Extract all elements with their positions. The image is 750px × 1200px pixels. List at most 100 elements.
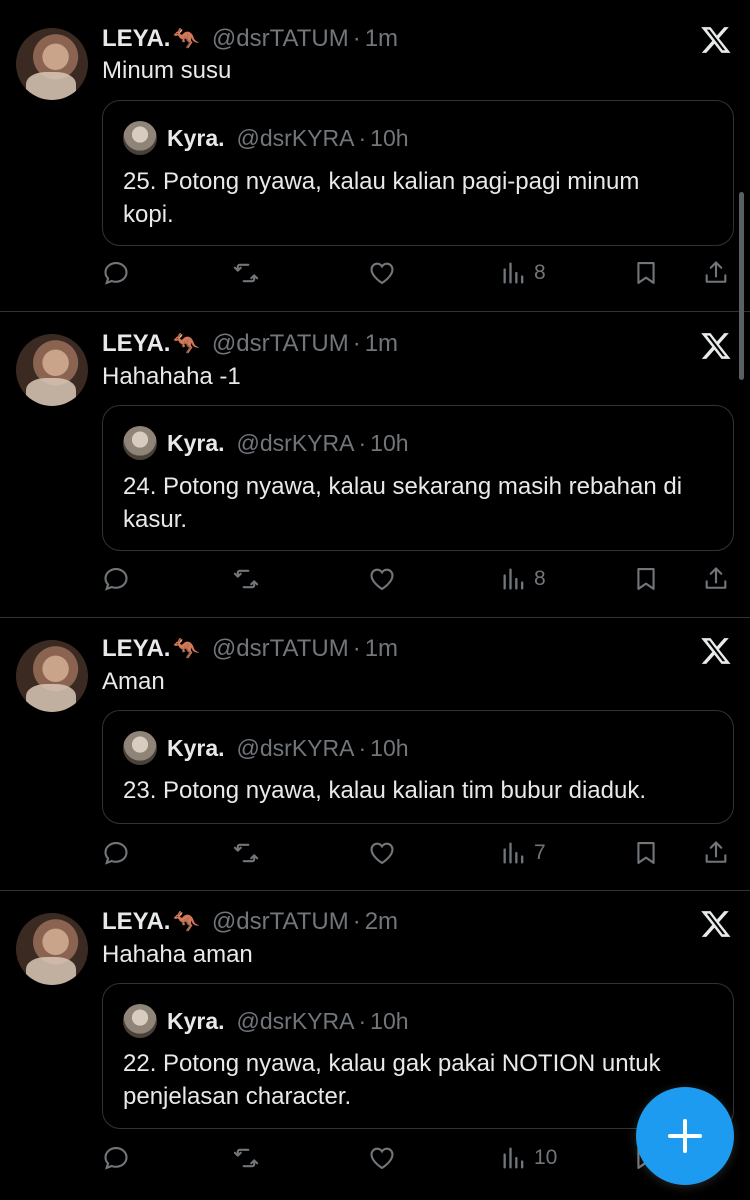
quoted-line: 25. Potong nyawa, kalau kalian pagi-pagi… [123, 168, 640, 195]
author-emoji: 🦘 [172, 331, 200, 356]
like-icon [370, 262, 394, 285]
avatar[interactable] [16, 913, 88, 985]
reply-icon [104, 1147, 128, 1170]
share-icon [705, 841, 727, 863]
views-button[interactable]: 8 [500, 256, 546, 290]
quoted-tweet-header: Kyra. @dsrKYRA · 10h [123, 731, 409, 765]
author-name[interactable]: LEYA. [102, 330, 170, 358]
views-count: 8 [534, 261, 546, 284]
scrollbar[interactable] [739, 192, 744, 380]
x-logo-icon [701, 27, 731, 53]
timestamp[interactable]: 1m [365, 25, 398, 53]
avatar[interactable] [16, 28, 88, 100]
quoted-timestamp: 10h [370, 734, 409, 761]
tweet-header: LEYA. 🦘 @dsrTATUM · 2m [102, 905, 398, 939]
quoted-tweet[interactable]: Kyra. @dsrKYRA · 10h 23. Potong nyawa, k… [102, 710, 734, 824]
timestamp[interactable]: 1m [365, 635, 398, 663]
retweet-icon [233, 263, 259, 283]
author-handle[interactable]: @dsrTATUM [212, 635, 349, 663]
tweet-header: LEYA. 🦘 @dsrTATUM · 1m [102, 22, 398, 56]
retweet-button[interactable] [232, 562, 260, 596]
tweet[interactable]: LEYA. 🦘 @dsrTATUM · 1m Hahahaha -1 Kyra.… [0, 312, 750, 618]
tweet-text: Hahaha aman [102, 941, 253, 968]
bookmark-button[interactable] [632, 562, 660, 596]
bookmark-button[interactable] [632, 256, 660, 290]
tweet-text: Hahahaha -1 [102, 363, 241, 390]
quoted-author-handle: @dsrKYRA [236, 124, 355, 151]
action-bar: 7 [102, 836, 732, 870]
avatar[interactable] [16, 334, 88, 406]
quoted-tweet[interactable]: Kyra. @dsrKYRA · 10h 22. Potong nyawa, k… [102, 983, 734, 1129]
retweet-icon [233, 569, 259, 589]
tweet[interactable]: LEYA. 🦘 @dsrTATUM · 2m Hahaha aman Kyra.… [0, 891, 750, 1200]
author-handle[interactable]: @dsrTATUM [212, 25, 349, 53]
quoted-tweet[interactable]: Kyra. @dsrKYRA · 10h 24. Potong nyawa, k… [102, 405, 734, 551]
retweet-button[interactable] [232, 256, 260, 290]
quoted-line: 23. Potong nyawa, kalau kalian tim bubur… [123, 777, 646, 804]
quoted-tweet-text: 23. Potong nyawa, kalau kalian tim bubur… [123, 774, 713, 807]
reply-button[interactable] [102, 562, 130, 596]
retweet-button[interactable] [232, 836, 260, 870]
quoted-timestamp: 10h [370, 1007, 409, 1034]
quoted-author-name: Kyra. [167, 734, 225, 761]
quoted-author-handle: @dsrKYRA [236, 429, 355, 456]
author-name[interactable]: LEYA. [102, 635, 170, 663]
author-name[interactable]: LEYA. [102, 25, 170, 53]
author-handle[interactable]: @dsrTATUM [212, 330, 349, 358]
reply-button[interactable] [102, 836, 130, 870]
views-icon [503, 568, 524, 590]
separator-dot: · [358, 734, 367, 761]
tweet-header: LEYA. 🦘 @dsrTATUM · 1m [102, 327, 398, 361]
tweet[interactable]: LEYA. 🦘 @dsrTATUM · 1m Aman Kyra. @dsrKY… [0, 618, 750, 891]
author-name[interactable]: LEYA. [102, 908, 170, 936]
like-button[interactable] [368, 1141, 396, 1175]
timestamp[interactable]: 1m [365, 330, 398, 358]
quoted-tweet[interactable]: Kyra. @dsrKYRA · 10h 25. Potong nyawa, k… [102, 100, 734, 246]
author-handle[interactable]: @dsrTATUM [212, 908, 349, 936]
quoted-avatar [123, 121, 157, 155]
like-button[interactable] [368, 256, 396, 290]
like-icon [370, 568, 394, 591]
separator-dot: · [358, 1007, 367, 1034]
like-button[interactable] [368, 836, 396, 870]
quoted-author-handle: @dsrKYRA [236, 734, 355, 761]
quoted-line: 22. Potong nyawa, kalau gak pakai NOTION… [123, 1050, 661, 1077]
share-button[interactable] [702, 562, 730, 596]
x-logo-icon [701, 333, 731, 359]
separator-dot: · [352, 635, 361, 662]
quoted-author-name: Kyra. [167, 429, 225, 456]
share-button[interactable] [702, 256, 730, 290]
action-bar: 8 [102, 562, 732, 596]
compose-button[interactable] [636, 1087, 734, 1185]
x-logo-icon [701, 911, 731, 937]
quoted-avatar [123, 1004, 157, 1038]
quoted-line: kopi. [123, 201, 174, 228]
views-button[interactable]: 8 [500, 562, 546, 596]
action-bar: 8 [102, 256, 732, 290]
quoted-line: kasur. [123, 506, 188, 533]
quoted-timestamp: 10h [370, 124, 409, 151]
reply-button[interactable] [102, 1141, 130, 1175]
views-icon [503, 842, 524, 864]
reply-button[interactable] [102, 256, 130, 290]
quoted-author-name: Kyra. [167, 124, 225, 151]
quoted-tweet-text: 25. Potong nyawa, kalau kalian pagi-pagi… [123, 165, 713, 231]
share-icon [705, 261, 727, 283]
author-emoji: 🦘 [172, 636, 200, 661]
views-button[interactable]: 7 [500, 836, 546, 870]
tweet[interactable]: LEYA. 🦘 @dsrTATUM · 1m Minum susu Kyra. … [0, 0, 750, 312]
quoted-author-name: Kyra. [167, 1007, 225, 1034]
avatar[interactable] [16, 640, 88, 712]
bookmark-button[interactable] [632, 836, 660, 870]
timestamp[interactable]: 2m [365, 908, 398, 936]
quoted-tweet-text: 24. Potong nyawa, kalau sekarang masih r… [123, 470, 713, 536]
tweet-header: LEYA. 🦘 @dsrTATUM · 1m [102, 632, 398, 666]
quoted-tweet-header: Kyra. @dsrKYRA · 10h [123, 426, 409, 460]
share-button[interactable] [702, 836, 730, 870]
views-count: 10 [534, 1146, 558, 1169]
like-button[interactable] [368, 562, 396, 596]
quoted-tweet-text: 22. Potong nyawa, kalau gak pakai NOTION… [123, 1047, 713, 1113]
retweet-button[interactable] [232, 1141, 260, 1175]
views-button[interactable]: 10 [500, 1141, 557, 1175]
quoted-tweet-header: Kyra. @dsrKYRA · 10h [123, 1004, 409, 1038]
